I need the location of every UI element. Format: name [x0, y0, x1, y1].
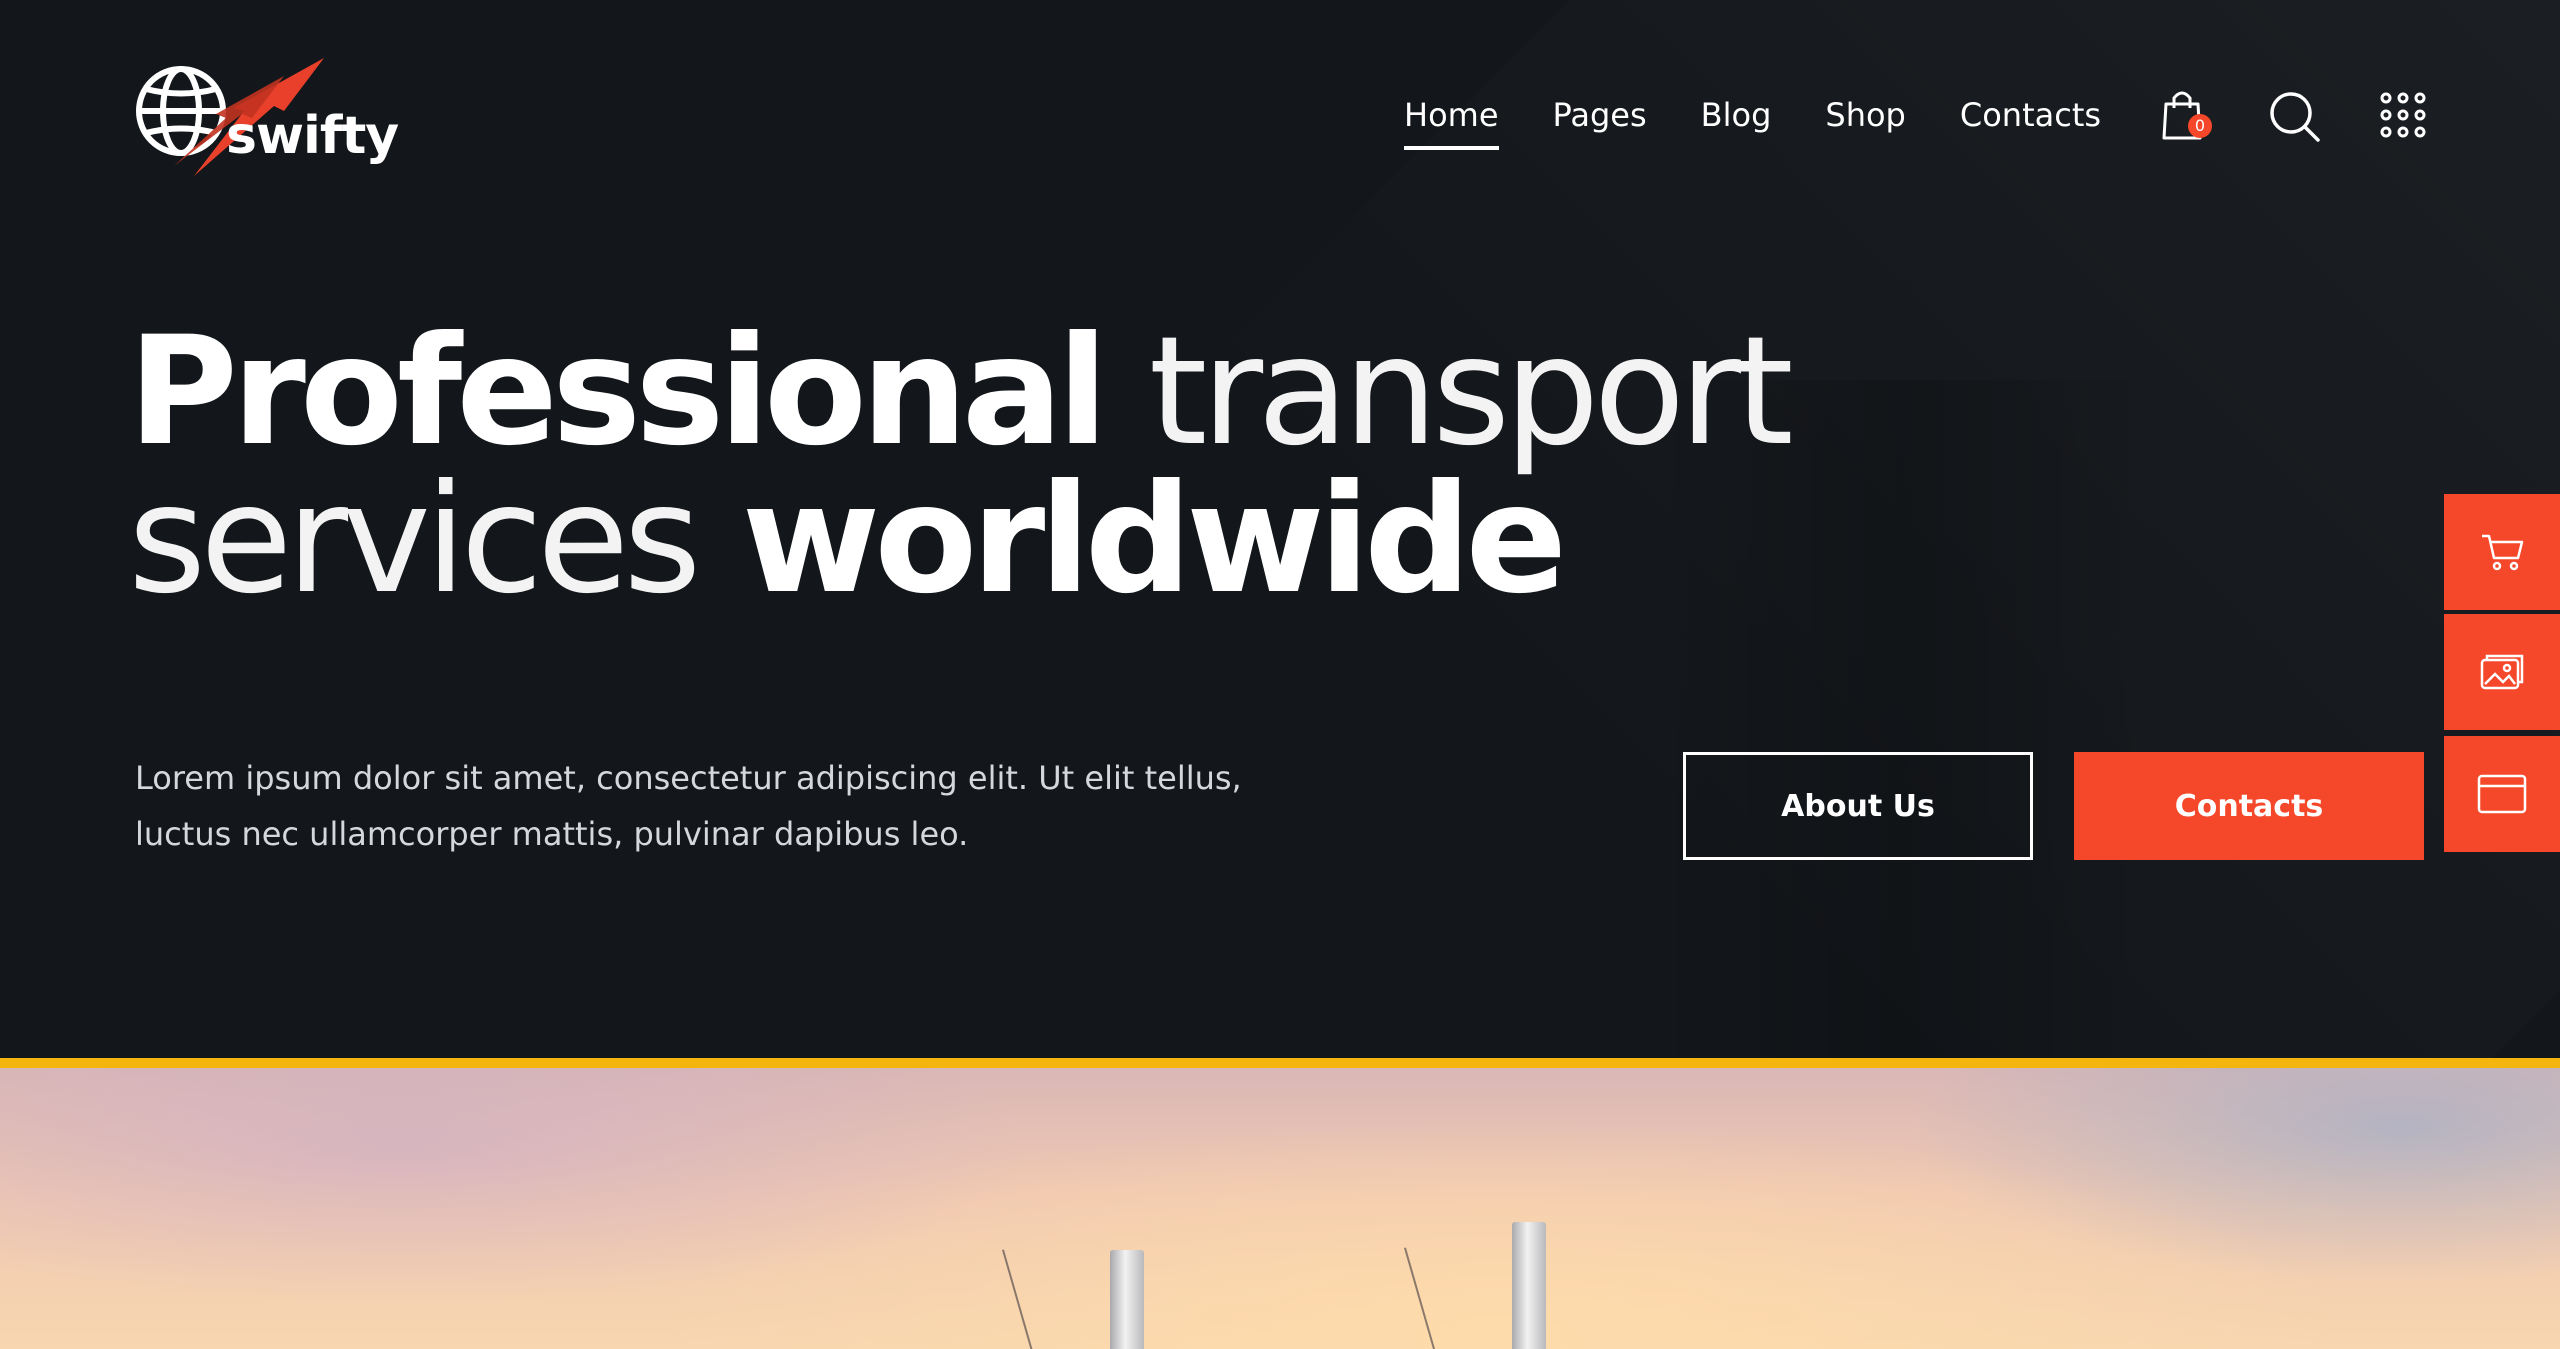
page: swifty Home Pages Blog Shop Contacts 0 P…	[0, 0, 2560, 1349]
cart-icon	[2482, 534, 2524, 571]
nav-item-blog[interactable]: Blog	[1701, 96, 1772, 156]
grid-menu-icon	[2380, 92, 2426, 138]
site-logo[interactable]: swifty	[134, 56, 399, 186]
main-navigation: Home Pages Blog Shop Contacts	[1404, 96, 2155, 156]
side-tab-cart[interactable]	[2444, 494, 2560, 610]
nav-item-pages[interactable]: Pages	[1553, 96, 1647, 156]
cart-button[interactable]: 0	[2160, 88, 2216, 148]
chimney-left	[1110, 1250, 1144, 1349]
crane-cable-left	[1002, 1249, 1043, 1349]
hero-description: Lorem ipsum dolor sit amet, consectetur …	[135, 750, 1255, 862]
hero-description-line-2: luctus nec ullamcorper mattis, pulvinar …	[135, 815, 969, 853]
cart-count-badge: 0	[2188, 114, 2212, 138]
headline-word-worldwide: worldwide	[741, 453, 1567, 627]
chimney-right	[1512, 1222, 1546, 1349]
crane-cable-right	[1404, 1247, 1445, 1349]
headline-word-services: services	[128, 453, 701, 627]
hero-headline: Professional transport services worldwid…	[128, 317, 1794, 615]
about-us-button[interactable]: About Us	[1683, 752, 2033, 860]
side-tab-gallery[interactable]	[2444, 614, 2560, 730]
logo-wordmark: swifty	[226, 106, 399, 166]
contacts-button[interactable]: Contacts	[2074, 752, 2424, 860]
headline-word-transport: transport	[1148, 305, 1794, 479]
nav-item-shop[interactable]: Shop	[1825, 96, 1905, 156]
search-button[interactable]	[2268, 90, 2322, 144]
gallery-icon	[2480, 654, 2524, 690]
nav-item-home[interactable]: Home	[1404, 96, 1499, 156]
nav-item-contacts[interactable]: Contacts	[1960, 96, 2101, 156]
section-divider-bar	[0, 1058, 2560, 1068]
side-tab-browser[interactable]	[2444, 736, 2560, 852]
hero-description-line-1: Lorem ipsum dolor sit amet, consectetur …	[135, 759, 1242, 797]
menu-button[interactable]	[2380, 92, 2426, 138]
hero-image-sky	[0, 1068, 2560, 1349]
search-icon	[2270, 92, 2320, 142]
browser-window-icon	[2477, 774, 2527, 814]
